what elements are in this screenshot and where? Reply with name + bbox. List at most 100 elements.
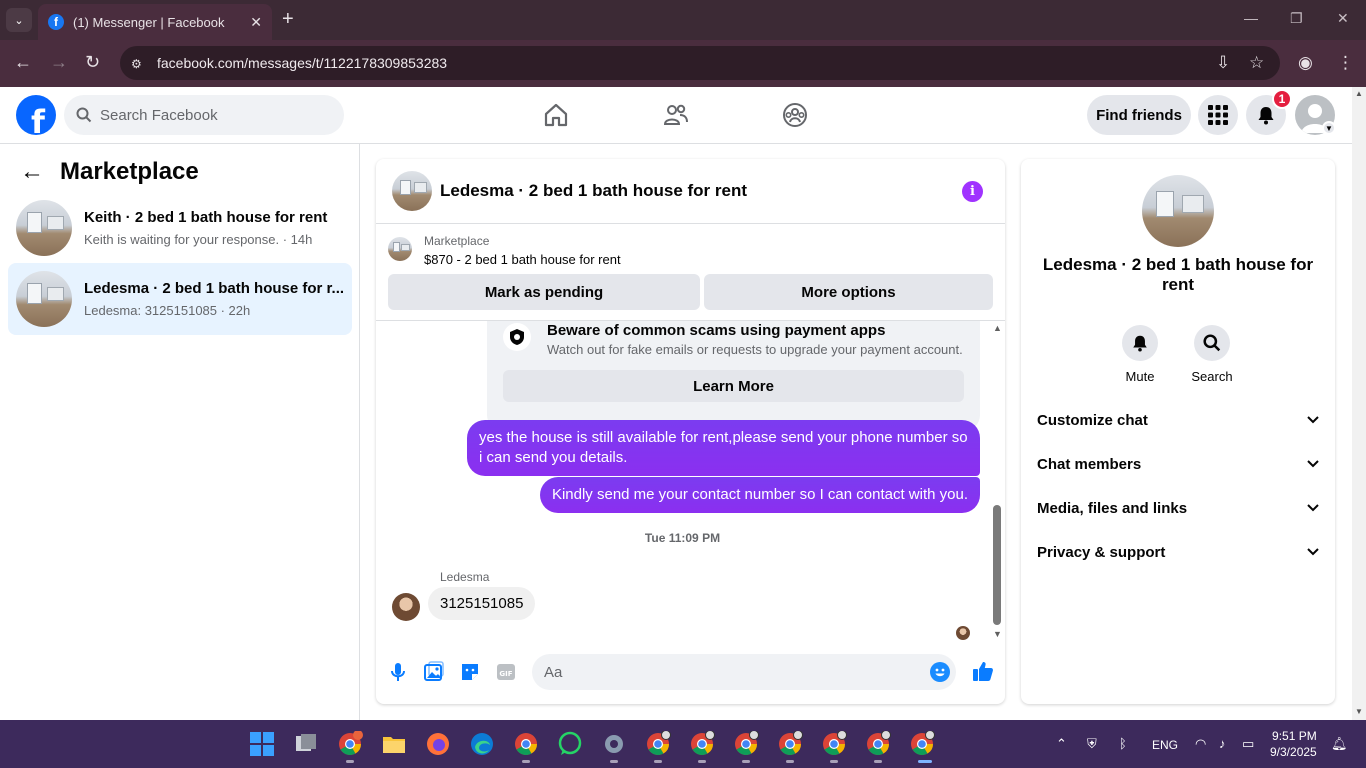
info-icon[interactable]: i <box>962 181 983 202</box>
forward-arrow-icon[interactable]: → <box>50 52 68 72</box>
file-explorer-icon[interactable] <box>381 731 407 757</box>
privacy-support-section[interactable]: Privacy & support <box>1037 532 1319 572</box>
listing-mini-thumbnail[interactable] <box>388 237 412 261</box>
battery-icon[interactable]: ▭ <box>1242 736 1254 752</box>
chat-item-keith[interactable]: Keith · 2 bed 1 bath house for rent Keit… <box>8 192 352 264</box>
sender-avatar[interactable] <box>392 593 420 621</box>
scroll-down-arrow-icon[interactable]: ▼ <box>1355 707 1363 716</box>
seen-receipt-avatar <box>956 626 970 640</box>
new-tab-button[interactable]: + <box>282 9 294 29</box>
notification-bell-icon[interactable]: 🔔︎ <box>1331 736 1348 752</box>
chat-members-section[interactable]: Chat members <box>1037 444 1319 484</box>
profile-icon[interactable]: ◉ <box>1298 53 1313 73</box>
bluetooth-icon[interactable]: ᛒ <box>1119 736 1127 751</box>
media-files-links-section[interactable]: Media, files and links <box>1037 488 1319 528</box>
scroll-down-arrow-icon[interactable]: ▼ <box>993 629 1002 639</box>
like-thumb-icon[interactable] <box>971 659 995 683</box>
back-arrow-icon[interactable]: ← <box>20 160 44 184</box>
tab-title: (1) Messenger | Facebook <box>73 14 225 30</box>
find-friends-button[interactable]: Find friends <box>1087 95 1191 135</box>
page-scrollbar[interactable]: ▲ ▼ <box>1352 87 1366 720</box>
security-shield-icon[interactable]: ⛨ <box>1087 736 1097 752</box>
system-clock[interactable]: 9:51 PM 9/3/2025 <box>1270 728 1317 760</box>
scroll-up-arrow-icon[interactable]: ▲ <box>1355 89 1363 98</box>
learn-more-button[interactable]: Learn More <box>503 370 964 402</box>
outgoing-message[interactable]: Kindly send me your contact number so I … <box>539 477 980 513</box>
browser-toolbar: ← → ↻ ⚙ facebook.com/messages/t/11221783… <box>0 40 1366 87</box>
incoming-message[interactable]: 3125151085 <box>428 587 536 620</box>
clock-time: 9:51 PM <box>1272 729 1317 743</box>
menu-grid-button[interactable] <box>1198 95 1238 135</box>
gif-icon[interactable]: GIF <box>495 661 517 683</box>
conversation-title[interactable]: Ledesma · 2 bed 1 bath house for rent <box>440 181 747 201</box>
sticker-icon[interactable] <box>459 661 481 683</box>
settings-gear-icon[interactable] <box>601 731 627 757</box>
show-hidden-icons-chevron-icon[interactable]: ⌃ <box>1056 736 1067 752</box>
back-arrow-icon[interactable]: ← <box>14 52 32 72</box>
listing-thumbnail <box>16 200 72 256</box>
clock-date: 9/3/2025 <box>1270 745 1317 759</box>
chrome-icon[interactable] <box>337 731 363 757</box>
friends-icon[interactable] <box>662 101 690 129</box>
site-settings-icon[interactable]: ⚙ <box>131 57 147 71</box>
more-options-button[interactable]: More options <box>704 274 993 310</box>
windows-start-icon[interactable] <box>249 731 275 757</box>
chrome-profile-icon[interactable] <box>909 731 935 757</box>
address-bar[interactable]: ⚙ facebook.com/messages/t/11221783098532… <box>120 46 1280 80</box>
chrome-profile-icon[interactable] <box>733 731 759 757</box>
browser-tab-active[interactable]: f (1) Messenger | Facebook ✕ <box>38 4 272 40</box>
chrome-profile-icon[interactable] <box>645 731 671 757</box>
account-chevron-icon[interactable]: ▼ <box>1322 121 1336 135</box>
home-icon[interactable] <box>542 101 570 129</box>
running-indicator <box>698 760 706 763</box>
facebook-search-input[interactable] <box>100 106 320 124</box>
restore-icon[interactable]: ❐ <box>1290 10 1303 27</box>
listing-photo[interactable] <box>1142 175 1214 247</box>
groups-icon[interactable] <box>781 101 809 129</box>
task-view-icon[interactable] <box>293 731 319 757</box>
bookmark-star-icon[interactable]: ☆ <box>1249 53 1264 73</box>
bell-icon <box>1258 107 1274 125</box>
tab-search-button[interactable]: ⌄ <box>6 8 32 32</box>
scrollbar-thumb[interactable] <box>993 505 1001 625</box>
chrome-profile-icon[interactable] <box>777 731 803 757</box>
chrome-menu-icon[interactable]: ⋮ <box>1337 53 1354 73</box>
chrome-icon[interactable] <box>513 731 539 757</box>
close-tab-icon[interactable]: ✕ <box>250 14 262 31</box>
customize-chat-section[interactable]: Customize chat <box>1037 400 1319 440</box>
edge-icon[interactable] <box>469 731 495 757</box>
facebook-search-box[interactable] <box>64 95 344 135</box>
scroll-up-arrow-icon[interactable]: ▲ <box>993 323 1002 333</box>
chat-info-panel: Ledesma · 2 bed 1 bath house for rent Mu… <box>1021 159 1335 704</box>
install-app-icon[interactable]: ⇩ <box>1216 53 1230 73</box>
chrome-profile-icon[interactable] <box>821 731 847 757</box>
close-window-icon[interactable]: ✕ <box>1337 10 1349 27</box>
microphone-icon[interactable] <box>387 661 409 683</box>
chrome-profile-icon[interactable] <box>865 731 891 757</box>
facebook-logo-icon[interactable]: f <box>16 95 56 135</box>
photo-icon[interactable] <box>423 661 445 683</box>
message-input-box[interactable] <box>532 654 956 690</box>
conversation-scrollbar[interactable]: ▲ ▼ <box>990 323 1004 641</box>
input-language[interactable]: ENG <box>1152 738 1178 752</box>
search-conversation-button[interactable]: Search <box>1182 325 1242 384</box>
message-timestamp: Tue 11:09 PM <box>644 531 721 545</box>
listing-thumbnail[interactable] <box>392 171 432 211</box>
chat-preview: Ledesma: 3125151085 · 22h <box>84 303 251 318</box>
chat-item-ledesma[interactable]: Ledesma · 2 bed 1 bath house for r... Le… <box>8 263 352 335</box>
mark-as-pending-button[interactable]: Mark as pending <box>388 274 700 310</box>
reload-icon[interactable]: ↻ <box>85 52 100 72</box>
firefox-icon[interactable] <box>425 731 451 757</box>
emoji-icon[interactable] <box>930 662 950 682</box>
wifi-icon[interactable]: ◠ <box>1195 736 1206 752</box>
message-composer: GIF <box>376 654 1005 704</box>
chrome-profile-icon[interactable] <box>689 731 715 757</box>
message-input[interactable] <box>544 663 914 681</box>
outgoing-message[interactable]: yes the house is still available for ren… <box>467 420 980 476</box>
whatsapp-icon[interactable] <box>557 731 583 757</box>
shield-icon <box>503 323 531 351</box>
minimize-icon[interactable]: — <box>1244 10 1258 26</box>
mute-button[interactable]: Mute <box>1110 325 1170 384</box>
listing-price-title[interactable]: $870 - 2 bed 1 bath house for rent <box>424 252 621 267</box>
volume-icon[interactable]: ♪ <box>1219 736 1226 751</box>
